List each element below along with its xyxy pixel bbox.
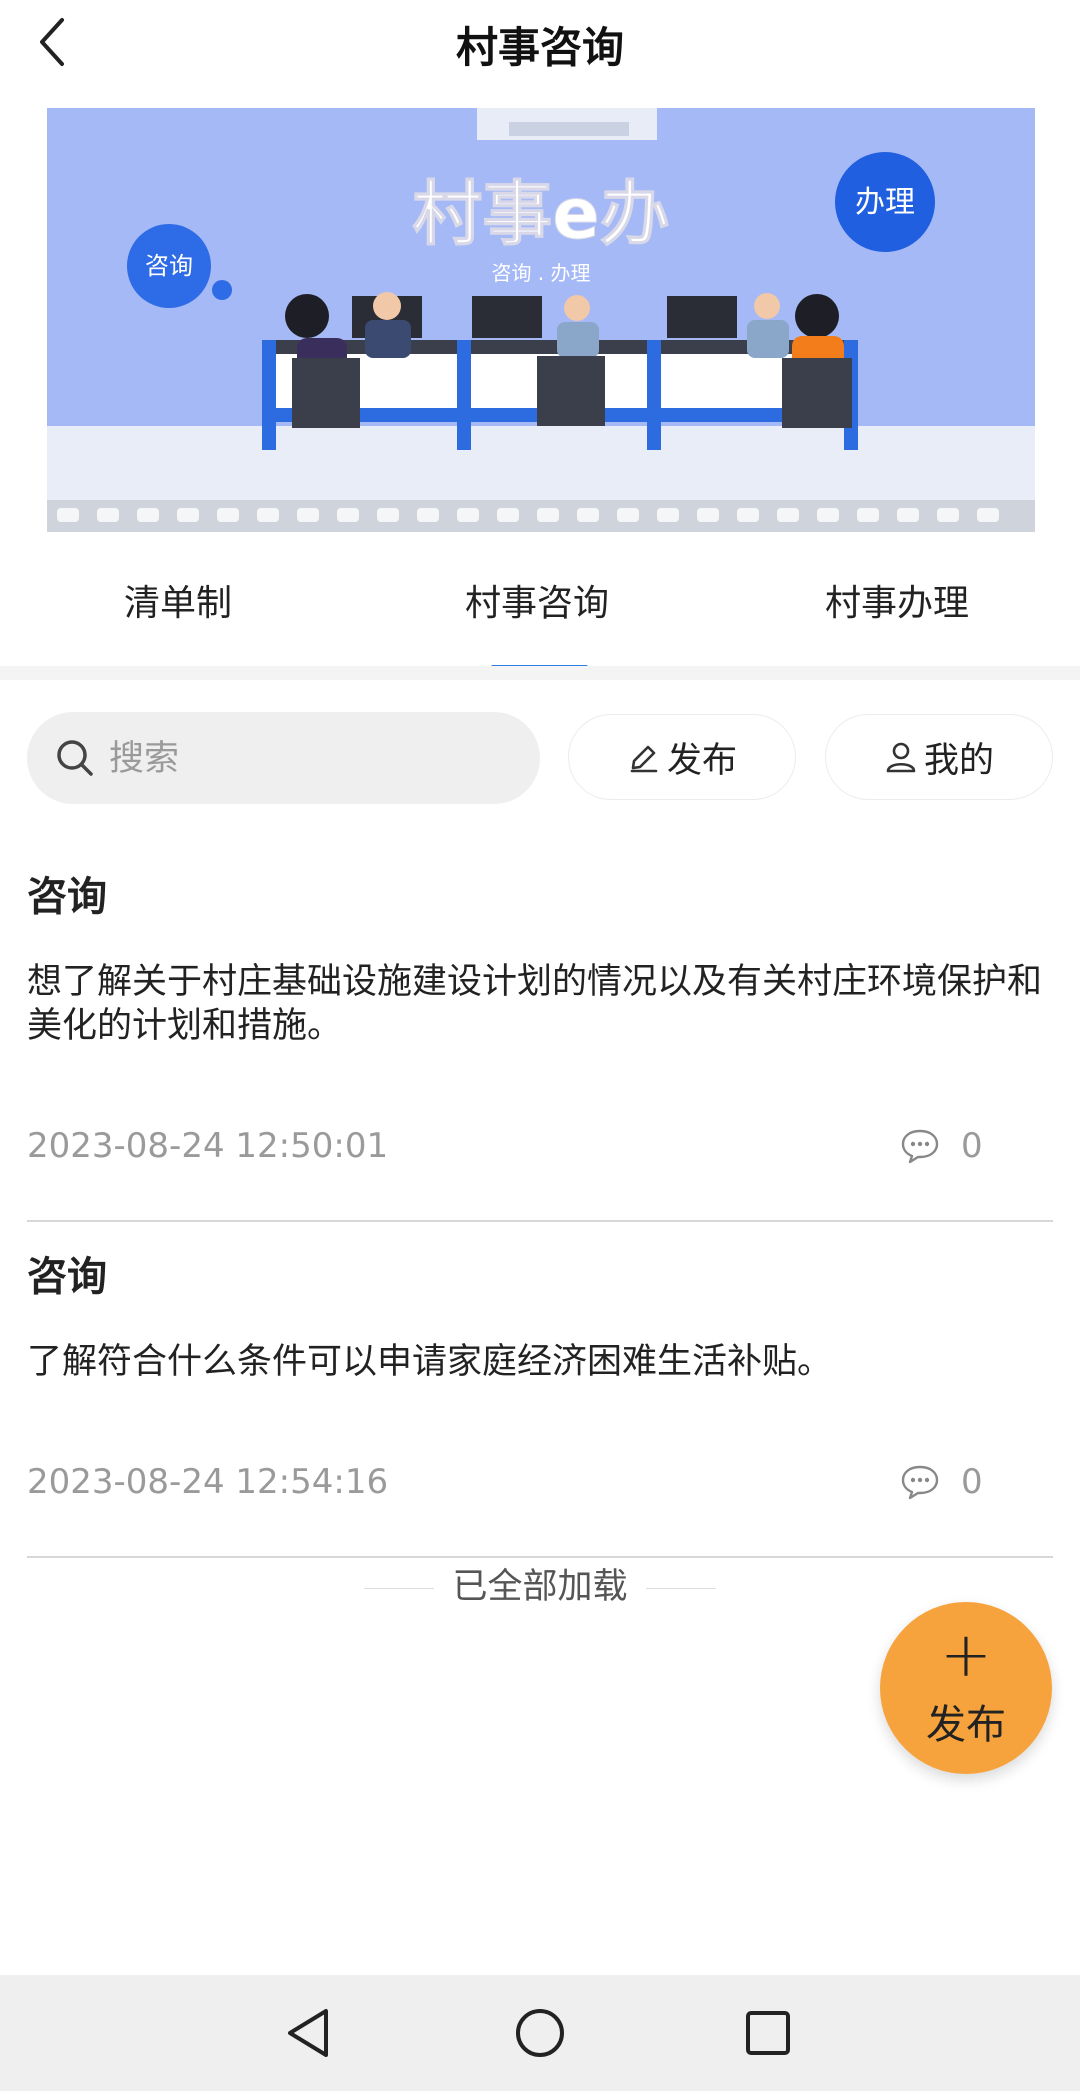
floating-publish-button[interactable]: + 发布 xyxy=(880,1602,1052,1774)
tab-bar: 清单制 村事咨询 村事办理 xyxy=(0,540,1080,672)
my-button-label: 我的 xyxy=(923,740,994,781)
comment-count: 0 xyxy=(961,1462,983,1502)
load-complete-text: 已全部加载 xyxy=(452,1567,628,1607)
nav-back-icon[interactable] xyxy=(280,2003,340,2063)
app-header: 村事咨询 xyxy=(0,0,1080,92)
banner-image: 村事e办 咨询 . 办理 咨询 办理 xyxy=(47,108,1035,532)
tab-checklist[interactable]: 清单制 xyxy=(124,574,232,626)
search-icon xyxy=(57,740,93,776)
banner-subheading: 咨询 . 办理 xyxy=(491,261,590,285)
post-divider xyxy=(27,1220,1053,1222)
publish-button[interactable]: 发布 xyxy=(568,714,796,800)
post-item[interactable]: 咨询 了解符合什么条件可以申请家庭经济困难生活补贴。 2023-08-24 12… xyxy=(27,1244,1053,1502)
post-title: 咨询 xyxy=(27,874,107,920)
comment-icon[interactable] xyxy=(900,1464,940,1500)
publish-button-label: 发布 xyxy=(666,740,737,781)
load-complete-indicator: 已全部加载 xyxy=(0,1558,1080,1609)
section-divider xyxy=(0,666,1080,680)
pencil-icon xyxy=(630,745,658,773)
post-time: 2023-08-24 12:50:01 xyxy=(27,1126,389,1166)
tab-village-consult[interactable]: 村事咨询 xyxy=(465,574,609,626)
post-body: 了解符合什么条件可以申请家庭经济困难生活补贴。 xyxy=(27,1342,833,1382)
user-icon xyxy=(886,742,916,773)
search-box[interactable] xyxy=(27,712,540,806)
banner-bubble-right: 办理 xyxy=(855,185,915,220)
nav-recents-icon[interactable] xyxy=(738,2003,798,2063)
tab-village-handle[interactable]: 村事办理 xyxy=(825,574,969,626)
page-title: 村事咨询 xyxy=(455,23,624,72)
system-nav-bar xyxy=(0,1975,1080,2091)
comment-count: 0 xyxy=(961,1126,983,1166)
nav-home-icon[interactable] xyxy=(510,2003,570,2063)
search-input[interactable] xyxy=(107,712,511,806)
my-button[interactable]: 我的 xyxy=(825,714,1053,800)
fab-label: 发布 xyxy=(926,1702,1006,1748)
post-body: 想了解关于村庄基础设施建设计划的情况以及有关村庄环境保护和美化的计划和措施。 xyxy=(27,962,1043,1046)
post-title: 咨询 xyxy=(27,1254,107,1300)
post-time: 2023-08-24 12:54:16 xyxy=(27,1462,389,1502)
banner-heading: 村事e办 xyxy=(412,173,669,255)
banner-bubble-left: 咨询 xyxy=(145,252,193,280)
post-item[interactable]: 咨询 想了解关于村庄基础设施建设计划的情况以及有关村庄环境保护和美化的计划和措施… xyxy=(27,864,1053,1166)
comment-icon[interactable] xyxy=(900,1128,940,1164)
plus-icon: + xyxy=(940,1618,992,1691)
